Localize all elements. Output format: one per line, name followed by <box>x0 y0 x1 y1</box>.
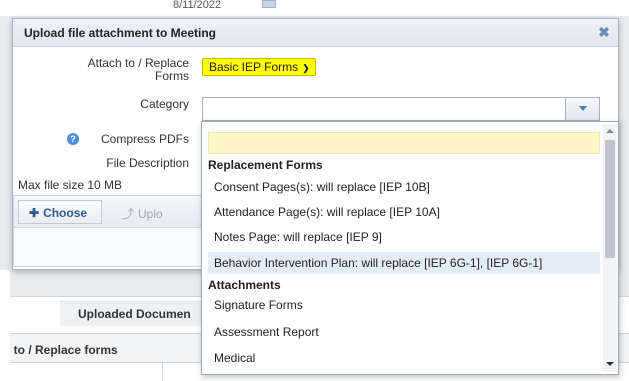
list-item[interactable]: Assessment Report <box>208 321 600 343</box>
choose-button[interactable]: ✚ Choose <box>18 200 102 224</box>
calendar-icon <box>262 0 276 8</box>
upload-icon: ⤴ <box>122 207 135 221</box>
uploaded-documents-header: Uploaded Documen <box>60 300 220 326</box>
category-combobox-input[interactable] <box>202 97 566 121</box>
list-item[interactable]: Notes Page: will replace [IEP 9] <box>208 226 600 248</box>
scroll-up-icon[interactable] <box>606 129 614 133</box>
list-item[interactable]: Signature Forms <box>208 294 600 316</box>
compress-pdfs-label: Compress PDFs <box>100 132 189 146</box>
column-divider <box>162 363 163 381</box>
dialog-titlebar: Upload file attachment to Meeting ✖ <box>13 19 618 47</box>
background-top-strip <box>0 0 629 16</box>
scrollbar-thumb[interactable] <box>605 140 615 258</box>
upload-panel: ✚ Choose ⤴ Uplo <box>13 195 213 267</box>
upload-toolbar: ✚ Choose ⤴ Uplo <box>14 196 212 228</box>
group-header-attachments: Attachments <box>208 278 281 292</box>
close-icon[interactable]: ✖ <box>596 24 612 40</box>
file-description-label: File Description <box>106 156 189 170</box>
dropdown-scrollbar[interactable] <box>603 124 617 372</box>
upload-button-label: Uplo <box>138 207 163 221</box>
category-dropdown-list[interactable]: Replacement Forms Consent Pages(s): will… <box>201 121 619 375</box>
choose-button-label: Choose <box>43 206 88 220</box>
group-header-replacement-forms: Replacement Forms <box>208 158 323 172</box>
list-item[interactable]: Consent Pages(s): will replace [IEP 10B] <box>208 176 600 198</box>
scroll-down-icon[interactable] <box>606 362 614 366</box>
attach-to-select-value: Basic IEP Forms <box>209 60 299 74</box>
background-left-edge <box>0 270 10 381</box>
list-item[interactable]: Attendance Page(s): will replace [IEP 10… <box>208 201 600 223</box>
category-dropdown-button[interactable] <box>566 97 600 121</box>
caret-down-icon <box>579 106 587 111</box>
list-item-highlighted[interactable]: Behavior Intervention Plan: will replace… <box>208 252 600 274</box>
max-file-size-note: Max file size 10 MB <box>18 178 123 192</box>
column-header-attach: h to / Replace forms <box>0 333 165 363</box>
category-label: Category <box>140 97 189 111</box>
dialog-title: Upload file attachment to Meeting <box>24 26 217 40</box>
plus-icon: ✚ <box>29 206 40 220</box>
help-icon[interactable]: ? <box>67 133 79 145</box>
background-date: 8/11/2022 <box>173 0 222 11</box>
attach-to-label: Attach to / Replace Forms <box>87 56 189 83</box>
attach-to-select[interactable]: Basic IEP Forms ❯ <box>202 58 316 76</box>
list-item[interactable]: Medical <box>208 347 600 369</box>
chevron-down-icon: ❯ <box>302 63 310 73</box>
blank-option[interactable] <box>208 132 600 154</box>
